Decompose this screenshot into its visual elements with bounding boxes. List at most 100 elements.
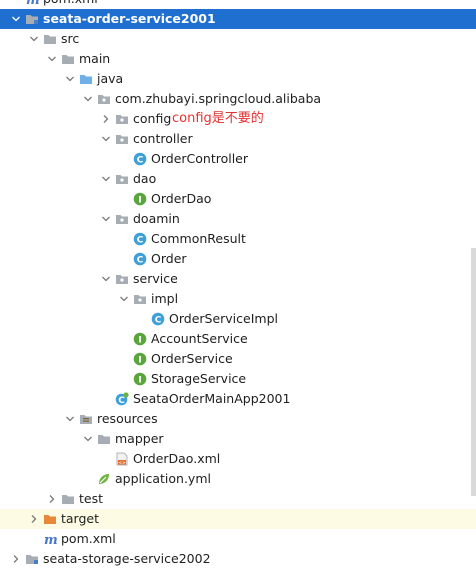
chevron-down-icon[interactable] <box>65 74 75 84</box>
tree-node-label: com.zhubayi.springcloud.alibaba <box>115 91 322 106</box>
tree-node-storageservice[interactable]: I StorageService <box>0 369 476 389</box>
tree-node-java[interactable]: java <box>0 69 476 89</box>
tree-node-ordercontroller[interactable]: C OrderController <box>0 149 476 169</box>
class-icon: C <box>133 252 147 266</box>
tree-node-label: test <box>79 491 104 506</box>
package-icon <box>97 92 111 106</box>
chevron-down-icon[interactable] <box>83 94 93 104</box>
tree-node-label: OrderController <box>151 151 249 166</box>
chevron-down-icon[interactable] <box>11 14 21 24</box>
annotation-note: config是不要的 <box>172 111 264 126</box>
module-folder-icon <box>25 12 39 26</box>
tree-node-orderdao-xml[interactable]: <> OrderDao.xml <box>0 449 476 469</box>
tree-node-test[interactable]: test <box>0 489 476 509</box>
chevron-right-icon[interactable] <box>11 554 21 564</box>
chevron-down-icon[interactable] <box>119 294 129 304</box>
tree-node-doamin[interactable]: doamin <box>0 209 476 229</box>
tree-node-application-yml[interactable]: application.yml <box>0 469 476 489</box>
tree-node-seata-storage-service2002[interactable]: seata-storage-service2002 <box>0 549 476 569</box>
package-icon <box>115 272 129 286</box>
tree-node-pom-xml[interactable]: m pom.xml <box>0 529 476 549</box>
orange-folder-icon <box>43 512 57 526</box>
chevron-down-icon[interactable] <box>101 274 111 284</box>
svg-text:m: m <box>26 0 39 6</box>
chevron-down-icon[interactable] <box>101 134 111 144</box>
folder-icon <box>61 492 75 506</box>
tree-node-order[interactable]: C Order <box>0 249 476 269</box>
chevron-down-icon[interactable] <box>83 434 93 444</box>
tree-node-label: OrderDao <box>151 191 212 206</box>
interface-icon: I <box>133 372 147 386</box>
scrollbar[interactable] <box>471 248 476 496</box>
svg-text:I: I <box>138 375 141 385</box>
chevron-down-icon[interactable] <box>29 34 39 44</box>
interface-icon: I <box>133 192 147 206</box>
tree-node-label: SeataOrderMainApp2001 <box>133 391 291 406</box>
class-icon: C <box>151 312 165 326</box>
tree-node-label: CommonResult <box>151 231 246 246</box>
tree-node-impl[interactable]: impl <box>0 289 476 309</box>
interface-icon: I <box>133 332 147 346</box>
package-icon <box>133 292 147 306</box>
tree-node-label: resources <box>97 411 158 426</box>
tree-node-orderserviceimpl[interactable]: C OrderServiceImpl <box>0 309 476 329</box>
maven-icon: m <box>43 532 57 546</box>
xml-file-icon: <> <box>115 452 129 466</box>
tree-node-label: mapper <box>115 431 164 446</box>
source-folder-icon <box>79 72 93 86</box>
chevron-right-icon[interactable] <box>101 114 111 124</box>
chevron-right-icon[interactable] <box>29 514 39 524</box>
package-icon <box>115 212 129 226</box>
package-icon <box>115 112 129 126</box>
tree-node-config[interactable]: config config是不要的 <box>0 109 476 129</box>
spring-boot-app-icon: C <box>115 392 129 406</box>
tree-node-label: seata-order-service2001 <box>43 11 216 26</box>
chevron-down-icon[interactable] <box>65 414 75 424</box>
tree-node-com-zhubayi-springcloud-alibaba[interactable]: com.zhubayi.springcloud.alibaba <box>0 89 476 109</box>
tree-node-main[interactable]: main <box>0 49 476 69</box>
chevron-down-icon[interactable] <box>101 174 111 184</box>
svg-text:I: I <box>138 195 141 205</box>
svg-text:C: C <box>137 235 144 245</box>
tree-node-label: dao <box>133 171 157 186</box>
tree-node-resources[interactable]: resources <box>0 409 476 429</box>
tree-node-pom-xml[interactable]: m pom.xml <box>0 0 476 9</box>
svg-text:<>: <> <box>118 460 126 466</box>
tree-node-label: StorageService <box>151 371 247 386</box>
tree-node-label: impl <box>151 291 179 306</box>
tree-node-label: target <box>61 511 100 526</box>
tree-node-controller[interactable]: controller <box>0 129 476 149</box>
tree-node-orderdao[interactable]: I OrderDao <box>0 189 476 209</box>
svg-text:C: C <box>137 155 144 165</box>
maven-icon: m <box>25 0 39 6</box>
tree-node-label: OrderService <box>151 351 233 366</box>
tree-node-label: main <box>79 51 111 66</box>
package-icon <box>115 172 129 186</box>
tree-node-target[interactable]: target <box>0 509 476 529</box>
package-icon <box>115 132 129 146</box>
tree-node-mapper[interactable]: mapper <box>0 429 476 449</box>
svg-text:C: C <box>118 396 125 406</box>
svg-text:m: m <box>44 533 57 546</box>
tree-node-seata-order-service2001[interactable]: seata-order-service2001 <box>0 9 476 29</box>
chevron-down-icon[interactable] <box>47 54 57 64</box>
class-icon: C <box>133 232 147 246</box>
tree-node-label: service <box>133 271 178 286</box>
tree-node-accountservice[interactable]: I AccountService <box>0 329 476 349</box>
module-folder-icon <box>25 552 39 566</box>
folder-icon <box>61 52 75 66</box>
tree-node-label: OrderServiceImpl <box>169 311 278 326</box>
tree-node-commonresult[interactable]: C CommonResult <box>0 229 476 249</box>
interface-icon: I <box>133 352 147 366</box>
tree-node-orderservice[interactable]: I OrderService <box>0 349 476 369</box>
tree-node-dao[interactable]: dao <box>0 169 476 189</box>
chevron-down-icon[interactable] <box>101 214 111 224</box>
chevron-right-icon[interactable] <box>47 494 57 504</box>
tree-node-label: AccountService <box>151 331 248 346</box>
tree-node-service[interactable]: service <box>0 269 476 289</box>
tree-node-label: seata-storage-service2002 <box>43 551 211 566</box>
resources-folder-icon <box>79 412 93 426</box>
tree-node-seataordermainapp2001[interactable]: C SeataOrderMainApp2001 <box>0 389 476 409</box>
tree-node-label: controller <box>133 131 193 146</box>
tree-node-src[interactable]: src <box>0 29 476 49</box>
